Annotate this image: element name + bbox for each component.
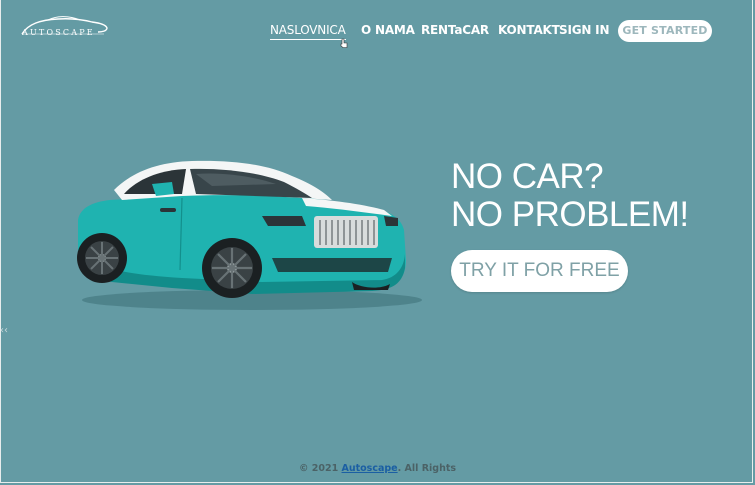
nav-item-o-nama[interactable]: O NAMA xyxy=(361,23,415,37)
footer-suffix: . All Rights xyxy=(397,463,457,474)
hero-line-2: NO PROBLEM! xyxy=(451,195,689,234)
car-image xyxy=(77,160,422,310)
brand-logo[interactable]: AUTOSCAPE xyxy=(18,12,110,42)
footer-prefix: © 2021 xyxy=(298,463,342,474)
hero-line-1: NO CAR? xyxy=(451,157,604,196)
nav-item-kontakt[interactable]: KONTAKT xyxy=(498,23,560,37)
side-collapse-handle[interactable]: ‹‹ xyxy=(0,326,8,336)
hand-cursor-icon xyxy=(340,38,348,48)
logo-text: AUTOSCAPE xyxy=(22,28,95,37)
try-free-button[interactable]: TRY IT FOR FREE xyxy=(451,250,628,292)
nav-item-naslovnica[interactable]: NASLOVNICA xyxy=(270,23,346,40)
car-silhouette-logo-icon xyxy=(21,16,108,35)
footer-brand-link[interactable]: Autoscape xyxy=(342,463,398,474)
nav-item-rentacar[interactable]: RENTaCAR xyxy=(421,23,489,37)
footer-copyright: © 2021 Autoscape. All Rights xyxy=(0,463,755,474)
get-started-button[interactable]: GET STARTED xyxy=(618,20,712,42)
hero-headline: NO CAR? NO PROBLEM! xyxy=(451,158,689,234)
nav-item-sign-in[interactable]: SIGN IN xyxy=(559,23,609,37)
